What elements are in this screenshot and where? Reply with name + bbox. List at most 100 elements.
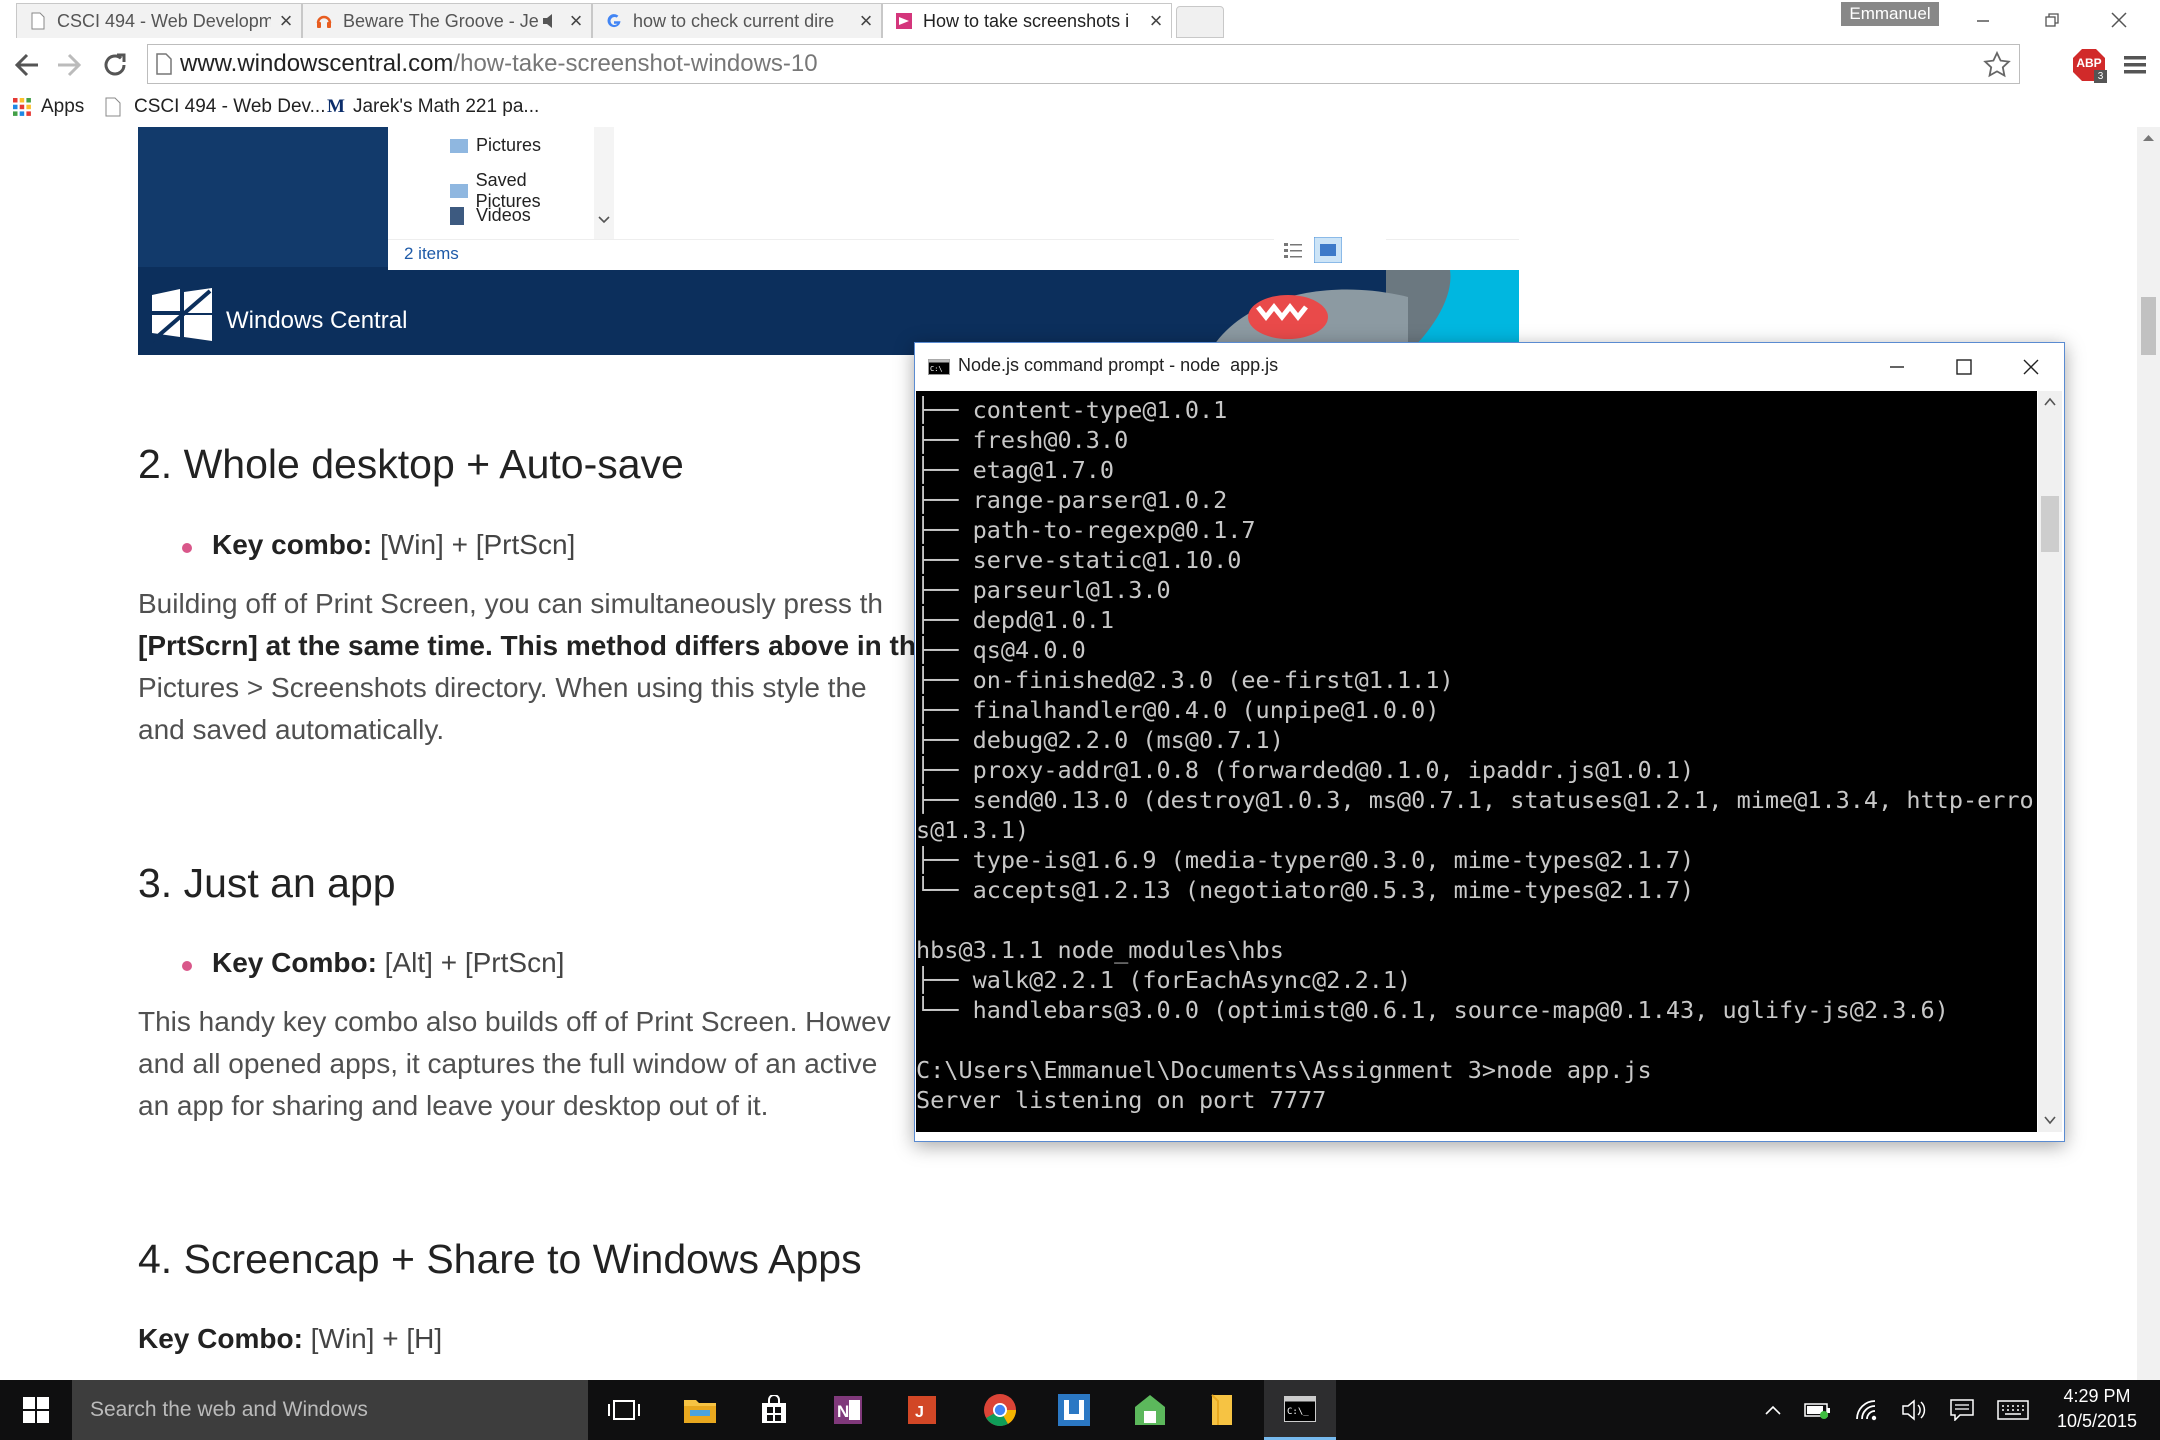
close-tab-icon[interactable]: × — [271, 8, 301, 34]
start-button[interactable] — [0, 1380, 72, 1440]
key-combo-label: Key Combo: — [212, 947, 377, 978]
cmd-window-title: Node.js command prompt - node app.js — [958, 355, 1279, 375]
url-path: /how-take-screenshot-windows-10 — [453, 50, 818, 77]
restore-icon — [2045, 13, 2059, 27]
large-icons-view-icon[interactable] — [1314, 237, 1342, 263]
windows-central-icon — [896, 13, 912, 29]
nodejs-command-prompt-window[interactable]: C:\ Node.js command prompt - node app.js… — [914, 342, 2065, 1142]
back-button[interactable] — [10, 48, 44, 82]
close-window-button[interactable] — [2090, 2, 2148, 38]
console-line: ├── serve-static@1.10.0 — [916, 546, 1242, 574]
console-line: s@1.3.1) — [916, 816, 1030, 844]
taskbar-store[interactable] — [740, 1380, 808, 1440]
scroll-down-arrow-icon[interactable] — [2044, 1115, 2056, 1125]
taskbar-chrome[interactable] — [966, 1380, 1034, 1440]
volume-button[interactable] — [1896, 1380, 1932, 1440]
address-bar[interactable]: www.windowscentral.com/how-take-screensh… — [147, 44, 2020, 84]
bookmark-label: CSCI 494 - Web Dev... — [134, 96, 326, 117]
chevron-up-icon — [1765, 1405, 1781, 1415]
chevron-down-icon — [598, 216, 610, 224]
adblock-plus-button[interactable]: ABP 3 — [2072, 48, 2107, 83]
bookmark-star-icon[interactable] — [1983, 51, 2011, 79]
bookmark-jarek-math[interactable]: M Jarek's Math 221 pa... — [327, 88, 539, 126]
taskbar-search-box[interactable]: Search the web and Windows — [72, 1380, 588, 1440]
taskbar-command-prompt[interactable]: C:\_ — [1264, 1380, 1336, 1440]
console-output[interactable]: ├── content-type@1.0.1 ├── fresh@0.3.0 ├──… — [916, 391, 2037, 1132]
chrome-menu-button[interactable] — [2120, 50, 2150, 80]
reload-button[interactable] — [98, 48, 132, 82]
key-combo-item: Key Combo: [Alt] + [PrtScn] — [182, 947, 565, 979]
console-scroll-thumb[interactable] — [2041, 496, 2059, 552]
cmd-minimize-button[interactable] — [1865, 343, 1929, 390]
touch-keyboard-button[interactable] — [1992, 1380, 2034, 1440]
scroll-up-arrow-icon[interactable] — [2044, 397, 2056, 407]
show-hidden-icons-button[interactable] — [1758, 1380, 1788, 1440]
nav-item-pictures[interactable]: Pictures — [450, 135, 541, 156]
bullet-dot — [182, 543, 192, 553]
battery-status-button[interactable] — [1800, 1380, 1836, 1440]
paragraph-line: [PrtScrn] at the same time. This method … — [138, 625, 958, 667]
console-line: ├── parseurl@1.3.0 — [916, 576, 1171, 604]
console-line: ├── qs@4.0.0 — [916, 636, 1086, 664]
details-view-icon[interactable] — [1282, 239, 1304, 261]
page-scrollbar[interactable] — [2137, 127, 2160, 1380]
close-tab-icon[interactable]: × — [1141, 8, 1171, 34]
apps-grid-icon — [13, 98, 31, 116]
browser-tab-strip: CSCI 494 - Web Developm × Beware The Gro… — [0, 0, 2160, 38]
task-view-button[interactable] — [590, 1380, 658, 1440]
console-line: ├── on-finished@2.3.0 (ee-first@1.1.1) — [916, 666, 1454, 694]
key-combo-value: [Win] + [PrtScn] — [372, 529, 576, 560]
taskbar-app-b[interactable] — [1040, 1380, 1108, 1440]
tab-windows-central[interactable]: How to take screenshots i × — [882, 3, 1172, 38]
taskbar-app-c[interactable] — [1116, 1380, 1184, 1440]
bookmark-csci494[interactable]: CSCI 494 - Web Dev... — [104, 88, 325, 126]
taskbar-clock[interactable]: 4:29 PM 10/5/2015 — [2044, 1380, 2150, 1440]
taskbar-office-app[interactable]: J — [888, 1380, 956, 1440]
nav-item-label: Videos — [476, 205, 531, 225]
restore-button[interactable] — [2023, 2, 2081, 38]
console-line: ├── fresh@0.3.0 — [916, 426, 1129, 454]
scroll-up-arrow-icon[interactable] — [2142, 133, 2155, 143]
bullet-dot — [182, 961, 192, 971]
close-tab-icon[interactable]: × — [851, 8, 881, 34]
wifi-icon — [1856, 1400, 1877, 1421]
key-combo-line: Key Combo: [Win] + [H] — [138, 1323, 442, 1355]
network-button[interactable] — [1850, 1380, 1886, 1440]
taskbar-file-explorer[interactable] — [666, 1380, 734, 1440]
cmd-title-bar[interactable]: C:\ Node.js command prompt - node app.js — [915, 343, 2064, 390]
bookmark-label: Apps — [41, 96, 85, 117]
items-count-label: 2 items — [404, 244, 459, 263]
section-heading-screencap-share: 4. Screencap + Share to Windows Apps — [138, 1236, 862, 1282]
cmd-maximize-button[interactable] — [1932, 343, 1996, 390]
nav-item-videos[interactable]: Videos — [450, 205, 531, 226]
minimize-button[interactable] — [1954, 2, 2012, 38]
profile-button[interactable]: Emmanuel — [1841, 2, 1939, 26]
taskbar-onenote[interactable]: N — [814, 1380, 882, 1440]
brand-name: Windows Central — [226, 307, 408, 334]
office-app-icon: J — [908, 1396, 936, 1424]
new-tab-button[interactable] — [1176, 6, 1224, 38]
reload-icon — [104, 53, 126, 76]
taskbar-sticky-notes[interactable] — [1188, 1380, 1256, 1440]
forward-button[interactable] — [52, 48, 86, 82]
svg-text:N: N — [837, 1402, 849, 1421]
page-icon — [31, 12, 45, 30]
action-center-button[interactable] — [1944, 1380, 1980, 1440]
console-line: └── handlebars@3.0.0 (optimist@0.6.1, so… — [916, 996, 1949, 1024]
pictures-folder-icon — [450, 138, 468, 153]
console-line: ├── etag@1.7.0 — [916, 456, 1115, 484]
key-combo-value: [Alt] + [PrtScn] — [376, 947, 565, 978]
tab-google-search[interactable]: how to check current dire × — [592, 3, 882, 38]
console-line: Server listening on port 7777 — [916, 1086, 1327, 1114]
tab-csci494[interactable]: CSCI 494 - Web Developm × — [16, 3, 302, 38]
windows-central-logo-icon — [150, 288, 212, 343]
nav-pane-scrollbar[interactable] — [594, 127, 614, 239]
svg-text:J: J — [915, 1404, 924, 1421]
close-tab-icon[interactable]: × — [561, 8, 591, 34]
section-heading-just-an-app: 3. Just an app — [138, 860, 396, 906]
bookmark-apps[interactable]: Apps — [12, 88, 84, 126]
page-scroll-thumb[interactable] — [2141, 297, 2156, 355]
console-scrollbar[interactable] — [2038, 391, 2062, 1132]
cmd-close-button[interactable] — [1999, 343, 2063, 390]
tab-beware-the-groove[interactable]: Beware The Groove - Je × — [302, 3, 592, 38]
